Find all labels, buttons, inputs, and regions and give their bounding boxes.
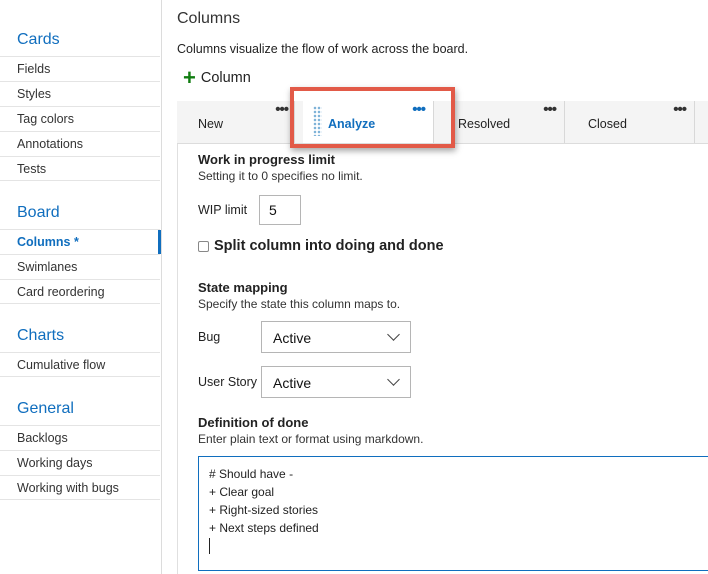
add-column-button[interactable]: + Column xyxy=(183,65,251,90)
tab-new-label: New xyxy=(198,117,224,131)
tab-analyze[interactable]: Analyze ••• xyxy=(303,101,434,143)
sidebar-item-cumulative-flow[interactable]: Cumulative flow xyxy=(0,352,160,377)
panel-divider xyxy=(177,144,197,574)
wip-section-subtitle: Setting it to 0 specifies no limit. xyxy=(198,169,363,183)
page-description: Columns visualize the flow of work acros… xyxy=(177,42,469,56)
state-mapping-subtitle: Specify the state this column maps to. xyxy=(198,297,401,311)
add-column-label: Column xyxy=(200,70,251,86)
tab-analyze-label: Analyze xyxy=(328,117,376,131)
settings-sidebar: Cards Fields Styles Tag colors Annotatio… xyxy=(0,0,162,574)
sidebar-group-charts-title: Charts xyxy=(17,327,65,344)
definition-of-done-title: Definition of done xyxy=(198,415,309,430)
page-title: Columns xyxy=(177,10,241,27)
tab-new-menu-icon[interactable]: ••• xyxy=(275,101,289,118)
dod-line: + Next steps defined xyxy=(209,521,319,535)
wip-limit-input[interactable]: 5 xyxy=(259,195,301,225)
definition-of-done-subtitle: Enter plain text or format using markdow… xyxy=(198,432,424,446)
tab-closed[interactable]: Closed ••• xyxy=(569,101,695,143)
tab-closed-label: Closed xyxy=(588,117,627,131)
dod-line: + Right-sized stories xyxy=(209,503,319,517)
tab-resolved-label: Resolved xyxy=(458,117,511,131)
dod-line: # Should have - xyxy=(209,467,294,481)
chevron-down-icon xyxy=(387,328,400,341)
tab-new[interactable]: New ••• xyxy=(177,101,295,143)
sidebar-item-working-with-bugs[interactable]: Working with bugs xyxy=(0,475,160,500)
state-mapping-title: State mapping xyxy=(198,280,288,295)
sidebar-item-working-days[interactable]: Working days xyxy=(0,450,160,475)
sidebar-item-annotations[interactable]: Annotations xyxy=(0,131,160,156)
dod-line: + Clear goal xyxy=(209,485,275,499)
bug-state-value: Active xyxy=(273,330,312,346)
tab-resolved-menu-icon[interactable]: ••• xyxy=(543,101,557,118)
definition-of-done-editor[interactable]: # Should have - + Clear goal + Right-siz… xyxy=(198,456,708,571)
sidebar-item-fields[interactable]: Fields xyxy=(0,56,160,81)
drag-handle-icon[interactable] xyxy=(313,106,322,136)
column-tabs: New ••• Analyze ••• Resolved ••• Closed … xyxy=(177,101,708,144)
column-settings-panel: Work in progress limit Setting it to 0 s… xyxy=(177,144,708,574)
bug-state-label: Bug xyxy=(198,330,221,344)
user-story-state-label: User Story xyxy=(198,375,258,389)
tab-analyze-menu-icon[interactable]: ••• xyxy=(412,101,426,118)
tab-resolved[interactable]: Resolved ••• xyxy=(439,101,565,143)
chevron-down-icon xyxy=(387,373,400,386)
text-cursor xyxy=(209,538,210,554)
sidebar-item-styles[interactable]: Styles xyxy=(0,81,160,106)
tab-closed-menu-icon[interactable]: ••• xyxy=(673,101,687,118)
sidebar-group-charts: Cumulative flow xyxy=(0,352,160,377)
user-story-state-dropdown[interactable]: Active xyxy=(261,366,411,398)
sidebar-group-board-title: Board xyxy=(17,204,60,221)
wip-limit-label: WIP limit xyxy=(198,203,248,217)
sidebar-group-general: Backlogs Working days Working with bugs xyxy=(0,425,160,500)
sidebar-group-cards: Fields Styles Tag colors Annotations Tes… xyxy=(0,56,160,181)
bug-state-dropdown[interactable]: Active xyxy=(261,321,411,353)
sidebar-item-card-reordering[interactable]: Card reordering xyxy=(0,279,160,304)
user-story-state-value: Active xyxy=(273,375,312,391)
plus-icon: + xyxy=(183,65,196,90)
split-column-checkbox[interactable] xyxy=(198,240,209,252)
sidebar-group-general-title: General xyxy=(17,400,74,417)
sidebar-item-columns[interactable]: Columns * xyxy=(0,229,161,254)
sidebar-group-board: Columns * Swimlanes Card reordering xyxy=(0,229,161,304)
sidebar-item-tests[interactable]: Tests xyxy=(0,156,160,181)
split-column-label: Split column into doing and done xyxy=(214,238,444,254)
sidebar-item-tag-colors[interactable]: Tag colors xyxy=(0,106,160,131)
wip-section-title: Work in progress limit xyxy=(198,152,336,167)
sidebar-item-backlogs[interactable]: Backlogs xyxy=(0,425,160,450)
columns-settings-main: Columns Columns visualize the flow of wo… xyxy=(177,0,708,574)
sidebar-item-swimlanes[interactable]: Swimlanes xyxy=(0,254,160,279)
split-column-option[interactable]: Split column into doing and done xyxy=(198,238,444,254)
sidebar-group-cards-title: Cards xyxy=(17,31,60,48)
